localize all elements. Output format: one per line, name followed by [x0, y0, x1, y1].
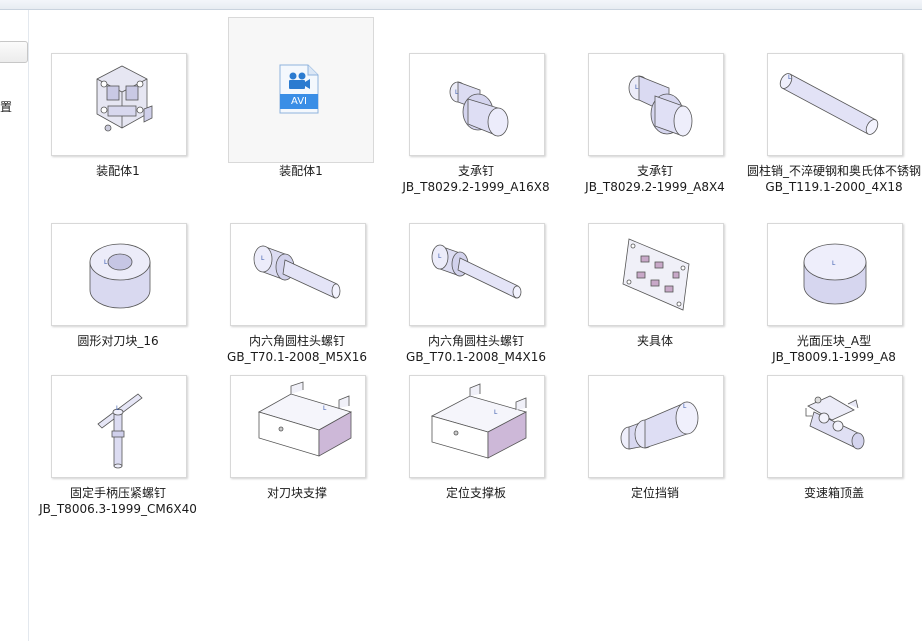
- file-name: 定位挡销: [630, 486, 679, 500]
- nav-pane-button[interactable]: [0, 41, 28, 63]
- cylinder-pin-icon: L: [767, 53, 903, 156]
- press-block-icon: L: [767, 223, 903, 326]
- block-support-icon: L: [230, 375, 366, 478]
- positioning-pin-icon: L: [588, 375, 724, 478]
- file-name: 对刀块支撑: [266, 486, 327, 500]
- gearbox-cover-icon: [767, 375, 903, 478]
- file-name: 固定手柄压紧螺钉 JB_T8006.3-1999_CM6X40: [39, 486, 197, 516]
- hex-socket-screw-icon: L: [409, 223, 545, 326]
- support-pin-icon: L: [409, 53, 545, 156]
- hex-socket-screw-icon: L: [230, 223, 366, 326]
- positioning-plate-icon: L: [409, 375, 545, 478]
- file-name: 光面压块_A型 JB_T8009.1-1999_A8: [772, 334, 896, 364]
- file-name: 变速箱顶盖: [803, 486, 864, 500]
- file-name: 夹具体: [636, 334, 673, 348]
- file-name: 内六角圆柱头螺钉 GB_T70.1-2008_M4X16: [406, 334, 546, 364]
- file-name: 定位支撑板: [445, 486, 506, 500]
- file-name: 支承钉 JB_T8029.2-1999_A8X4: [585, 164, 725, 194]
- file-name: 圆柱销_不淬硬钢和奥氏体不锈钢 GB_T119.1-2000_4X18: [746, 164, 921, 194]
- file-name: 支承钉 JB_T8029.2-1999_A16X8: [402, 164, 550, 194]
- handle-screw-icon: L: [51, 375, 187, 478]
- file-name: 内六角圆柱头螺钉 GB_T70.1-2008_M5X16: [227, 334, 367, 364]
- nav-pane-label[interactable]: 置: [0, 98, 12, 115]
- fixture-body-icon: [588, 223, 724, 326]
- navigation-pane[interactable]: 置: [0, 10, 29, 641]
- file-list-view[interactable]: 装配体1 AVI 装配体1 L 支承钉 JB_T8029.2-1999_A16X…: [29, 10, 922, 641]
- window-top-bar: [0, 0, 922, 10]
- assembly-icon: [51, 53, 187, 156]
- round-block-icon: L: [51, 223, 187, 326]
- avi-file-icon: AVI: [278, 64, 320, 114]
- support-pin-icon: L: [588, 53, 724, 156]
- avi-badge-text: AVI: [291, 96, 307, 107]
- file-name: 装配体1: [96, 164, 140, 178]
- file-name: 装配体1: [279, 164, 323, 178]
- file-name: 圆形对刀块_16: [77, 334, 159, 348]
